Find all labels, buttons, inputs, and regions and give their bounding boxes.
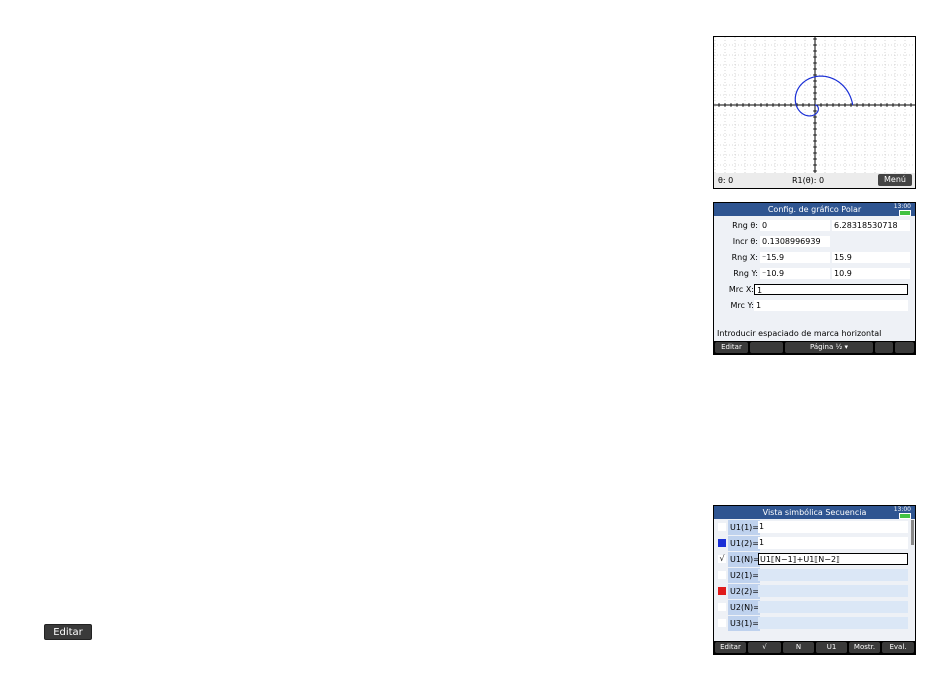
sequence-expression[interactable] — [758, 569, 908, 581]
rng-x-max-field[interactable]: 15.9 — [832, 252, 910, 263]
battery-icon — [899, 513, 911, 519]
sequence-label: U1(1)= — [728, 520, 760, 535]
sequence-row-u1-n[interactable]: √ U1(N)= U1⟦N−1⟧+U1⟦N−2⟧ — [714, 552, 912, 567]
sequence-row-u2-1[interactable]: U2(1)= — [714, 568, 912, 583]
series-color-swatch[interactable] — [718, 587, 726, 595]
setup-row-mrc-y: Mrc Y: 1 — [714, 299, 914, 312]
polar-softkey-bar: Editar Página ½ ▾ — [714, 341, 915, 354]
sequence-label: U2(N)= — [728, 600, 760, 615]
polar-setup-title-text: Config. de gráfico Polar — [767, 205, 862, 214]
series-color-swatch[interactable] — [718, 523, 726, 531]
sequence-expression[interactable] — [758, 617, 908, 629]
rng-y-max-field[interactable]: 10.9 — [832, 268, 910, 279]
setup-label: Mrc X: — [728, 285, 754, 294]
menu-button[interactable]: Menú — [878, 174, 912, 186]
sequence-expression[interactable]: U1⟦N−1⟧+U1⟦N−2⟧ — [758, 553, 908, 565]
softkey-eval[interactable]: Eval. — [882, 642, 914, 653]
softkey-check[interactable]: √ — [748, 642, 781, 653]
polar-curve — [794, 75, 854, 117]
setup-row-rng-x: Rng X: ⁻15.9 15.9 — [714, 251, 914, 264]
setup-row-rng-theta: Rng θ: 0 6.28318530718 — [714, 219, 914, 232]
r-readout: R1(θ): 0 — [792, 176, 825, 185]
clock: 13:00 — [893, 506, 911, 513]
sequence-expression[interactable]: 1 — [758, 537, 908, 549]
help-hint: Introducir espaciado de marca horizontal — [717, 329, 882, 338]
rng-y-min-field[interactable]: ⁻10.9 — [760, 268, 830, 279]
sequence-row-u1-1[interactable]: U1(1)= 1 — [714, 520, 912, 535]
mrc-x-field[interactable]: 1 — [754, 284, 908, 295]
setup-label: Incr θ: — [732, 237, 758, 246]
sequence-expression[interactable] — [758, 585, 908, 597]
softkey-editar[interactable]: Editar — [715, 642, 746, 653]
setup-label: Mrc Y: — [730, 301, 754, 310]
sequence-row-u2-n[interactable]: U2(N)= — [714, 600, 912, 615]
setup-row-rng-y: Rng Y: ⁻10.9 10.9 — [714, 267, 914, 280]
sequence-row-u1-2[interactable]: U1(2)= 1 — [714, 536, 912, 551]
plot-status-bar: θ: 0 R1(θ): 0 Menú — [714, 173, 915, 188]
softkey-u1[interactable]: U1 — [816, 642, 847, 653]
sequence-symbolic-screen: Vista simbólica Secuencia 13:00 U1(1)= 1… — [713, 505, 916, 655]
sequence-title-text: Vista simbólica Secuencia — [762, 508, 867, 517]
softkey-pagina[interactable]: Página ½ ▾ — [785, 342, 873, 353]
sequence-label: U2(1)= — [728, 568, 760, 583]
setup-row-mrc-x: Mrc X: 1 — [714, 283, 914, 296]
setup-label: Rng θ: — [732, 221, 758, 230]
sequence-row-u2-2[interactable]: U2(2)= — [714, 584, 912, 599]
softkey-empty-2[interactable] — [875, 342, 893, 353]
theta-readout: θ: 0 — [718, 176, 734, 185]
sequence-expression[interactable] — [758, 601, 908, 613]
sequence-row-u3-1[interactable]: U3(1)= — [714, 616, 912, 631]
sequence-softkey-bar: Editar √ N U1 Mostr. Eval. — [714, 641, 915, 654]
incr-theta-field[interactable]: 0.1308996939 — [760, 236, 830, 247]
battery-icon — [899, 210, 911, 216]
mrc-y-field[interactable]: 1 — [754, 300, 908, 311]
sequence-expression[interactable]: 1 — [758, 521, 908, 533]
setup-row-incr-theta: Incr θ: 0.1308996939 — [714, 235, 914, 248]
polar-plot-screen: θ: 0 R1(θ): 0 Menú — [713, 36, 916, 189]
softkey-empty-1[interactable] — [750, 342, 783, 353]
rng-x-min-field[interactable]: ⁻15.9 — [760, 252, 830, 263]
sequence-label: U3(1)= — [728, 616, 760, 631]
polar-setup-title: Config. de gráfico Polar 13:00 — [714, 203, 915, 216]
softkey-empty-3[interactable] — [895, 342, 914, 353]
sequence-label: U2(2)= — [728, 584, 760, 599]
check-mark-icon[interactable]: √ — [718, 555, 726, 563]
series-color-swatch[interactable] — [718, 603, 726, 611]
series-color-swatch[interactable] — [718, 539, 726, 547]
editar-button[interactable]: Editar — [44, 624, 92, 640]
setup-label: Rng Y: — [733, 269, 758, 278]
rng-theta-min-field[interactable]: 0 — [760, 220, 830, 231]
series-color-swatch[interactable] — [718, 571, 726, 579]
plot-canvas[interactable] — [714, 37, 915, 173]
setup-label: Rng X: — [731, 253, 758, 262]
softkey-editar[interactable]: Editar — [715, 342, 748, 353]
softkey-n[interactable]: N — [783, 642, 814, 653]
softkey-mostr[interactable]: Mostr. — [849, 642, 880, 653]
polar-plot-setup-screen: Config. de gráfico Polar 13:00 Rng θ: 0 … — [713, 202, 916, 355]
clock: 13:00 — [893, 203, 911, 210]
sequence-label: U1(N)= — [728, 552, 760, 567]
series-color-swatch[interactable] — [718, 619, 726, 627]
sequence-title: Vista simbólica Secuencia 13:00 — [714, 506, 915, 519]
sequence-label: U1(2)= — [728, 536, 760, 551]
rng-theta-max-field[interactable]: 6.28318530718 — [832, 220, 910, 231]
